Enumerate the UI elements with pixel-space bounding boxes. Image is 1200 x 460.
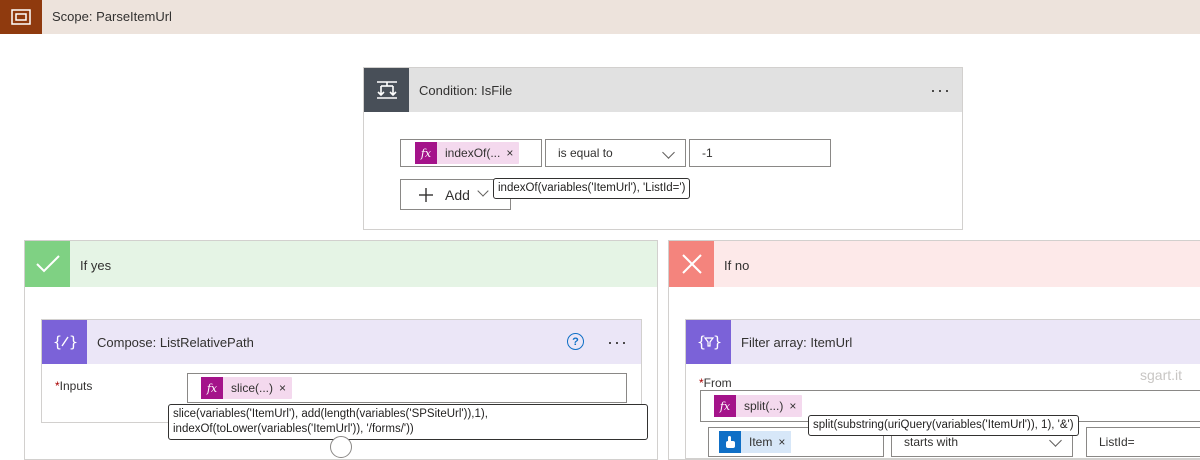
compose-menu-button[interactable]: ··· xyxy=(607,333,628,351)
token-label: indexOf(... xyxy=(445,146,501,160)
scope-title: Scope: ParseItemUrl xyxy=(52,9,172,24)
token-label: split(...) xyxy=(744,399,784,413)
filter-value-input[interactable]: ListId= xyxy=(1086,427,1200,457)
expression-token[interactable]: fx split(...) × xyxy=(714,395,803,417)
from-label: *From xyxy=(699,376,732,390)
fx-icon: fx xyxy=(714,395,736,417)
chevron-down-icon xyxy=(477,185,489,197)
if-no-branch: If no { } Filter array: ItemUrl *From fx… xyxy=(668,240,1200,460)
remove-token-button[interactable]: × xyxy=(506,146,519,160)
checkmark-icon xyxy=(25,241,70,287)
token-label: Item xyxy=(749,435,773,449)
filter-value: ListId= xyxy=(1099,435,1135,449)
svg-text:{: { xyxy=(697,333,706,351)
expression-tooltip: indexOf(variables('ItemUrl'), 'ListId=') xyxy=(493,178,691,199)
filter-action-card: { } Filter array: ItemUrl *From fx split… xyxy=(685,319,1200,459)
filter-icon: { } xyxy=(686,320,731,364)
chevron-down-icon xyxy=(1049,434,1062,447)
condition-value-input[interactable]: -1 xyxy=(689,139,831,167)
svg-text:}: } xyxy=(69,333,77,351)
remove-token-button[interactable]: × xyxy=(778,435,791,449)
tooltip-line: slice(variables('ItemUrl'), add(length(v… xyxy=(173,408,488,420)
expression-token[interactable]: fx indexOf(... × xyxy=(415,142,520,164)
operator-value: is equal to xyxy=(558,146,613,160)
compose-header[interactable]: { } Compose: ListRelativePath ? ··· xyxy=(42,320,641,364)
close-icon xyxy=(669,241,714,287)
svg-text:}: } xyxy=(713,333,721,351)
plus-icon xyxy=(419,187,433,202)
if-yes-header[interactable]: If yes xyxy=(25,241,657,287)
expression-tooltip: slice(variables('ItemUrl'), add(length(v… xyxy=(168,404,648,440)
from-label-text: From xyxy=(703,376,732,390)
if-no-header[interactable]: If no xyxy=(669,241,1200,287)
condition-operator-select[interactable]: is equal to xyxy=(545,139,686,167)
condition-left-operand[interactable]: fx indexOf(... × xyxy=(400,139,542,167)
inputs-field[interactable]: fx slice(...) × xyxy=(187,373,627,403)
fx-icon: fx xyxy=(415,142,437,164)
inputs-label: *Inputs xyxy=(55,379,92,393)
add-label: Add xyxy=(445,186,470,203)
condition-title: Condition: IsFile xyxy=(419,83,513,98)
if-yes-label: If yes xyxy=(80,258,112,273)
condition-card: Condition: IsFile ··· fx indexOf(... × i… xyxy=(363,67,963,230)
tooltip-line: indexOf(toLower(variables('ItemUrl')), '… xyxy=(173,423,414,435)
scope-header[interactable]: Scope: ParseItemUrl xyxy=(0,0,1200,34)
chevron-down-icon xyxy=(662,146,675,159)
condition-header[interactable]: Condition: IsFile ··· xyxy=(364,68,962,112)
scope-icon xyxy=(0,0,42,34)
condition-menu-button[interactable]: ··· xyxy=(930,81,951,99)
if-yes-branch: If yes { } Compose: ListRelativePath ? ·… xyxy=(24,240,658,460)
watermark: sgart.it xyxy=(1140,367,1183,383)
token-label: slice(...) xyxy=(231,381,273,395)
expression-token[interactable]: fx slice(...) × xyxy=(201,377,293,399)
compose-icon: { } xyxy=(42,320,87,364)
condition-icon xyxy=(364,68,409,112)
filter-title: Filter array: ItemUrl xyxy=(741,335,853,350)
help-icon[interactable]: ? xyxy=(567,333,584,350)
remove-token-button[interactable]: × xyxy=(789,399,802,413)
expression-tooltip: split(substring(uriQuery(variables('Item… xyxy=(808,415,1079,436)
filter-header[interactable]: { } Filter array: ItemUrl xyxy=(686,320,1200,364)
compose-title: Compose: ListRelativePath xyxy=(97,335,254,350)
condition-value: -1 xyxy=(702,146,713,160)
insert-step-button[interactable] xyxy=(330,436,352,458)
remove-token-button[interactable]: × xyxy=(279,381,292,395)
operator-value: starts with xyxy=(904,435,959,449)
fx-icon: fx xyxy=(201,377,223,399)
inputs-label-text: Inputs xyxy=(59,379,93,393)
if-no-label: If no xyxy=(724,258,750,273)
svg-text:{: { xyxy=(53,333,62,351)
